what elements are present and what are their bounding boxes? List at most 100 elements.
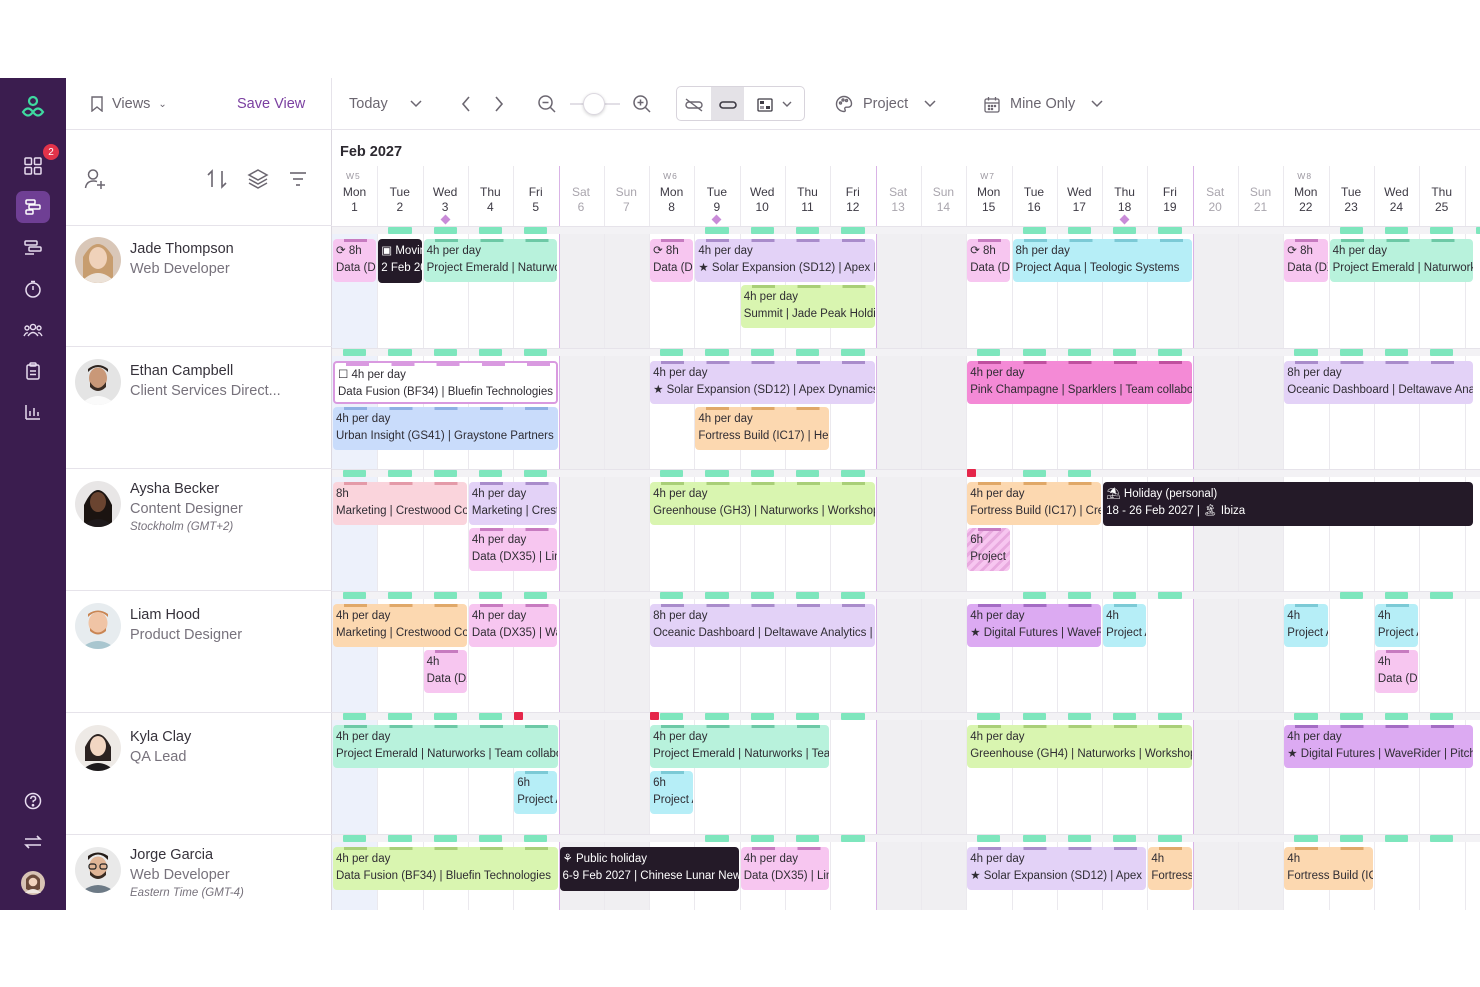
assignment-card[interactable]: ⟳ 8h Data (DX35) (1284, 239, 1328, 282)
assignment-card[interactable]: 4h per day Data (DX35) | Lime (740, 846, 830, 890)
previous-button[interactable] (461, 78, 471, 130)
reports-clipboard-icon[interactable] (16, 355, 50, 387)
assignment-card[interactable]: 4h Project Aqua (1103, 603, 1147, 647)
assignment-card[interactable]: 4h Project Aqua (1374, 603, 1419, 647)
zoom-slider[interactable] (570, 78, 620, 130)
assignment-card[interactable]: 6h Project Emerald (967, 528, 1011, 571)
assignment-card[interactable]: 4h per day Urban Insight (GS41) | Graysto… (333, 406, 558, 450)
person-row[interactable]: Jade Thompson Web Developer (66, 226, 332, 347)
views-dropdown[interactable]: Views ⌄ (90, 78, 167, 130)
day-header[interactable]: Wed 17 (1057, 166, 1102, 226)
people-icon[interactable] (16, 314, 50, 346)
assignment-card[interactable]: 8h per day Oceanic Dashboard | Deltawave … (1284, 360, 1473, 404)
day-header[interactable]: Wed 24 (1374, 166, 1419, 226)
help-icon[interactable] (16, 785, 50, 817)
assignment-card[interactable]: ⟳ 8h Data (DX35) (650, 239, 694, 282)
heatmap-mode-dropdown[interactable] (744, 87, 804, 120)
assignment-card[interactable]: 8h per day Project Aqua | Teologic System… (1012, 239, 1192, 282)
day-header[interactable]: Sat 20 (1193, 166, 1238, 226)
day-header[interactable]: Fri 12 (830, 166, 875, 226)
assignment-card[interactable]: 4h per day Data Fusion (BF34) | Bluefin T… (333, 846, 558, 890)
save-view-button[interactable]: Save View (237, 78, 305, 130)
assignment-card[interactable]: 4h per day Marketing | Crestwood Co (468, 482, 558, 525)
day-header[interactable]: Sun 14 (921, 166, 966, 226)
user-avatar[interactable] (16, 867, 50, 899)
day-header[interactable]: Tue 16 (1012, 166, 1057, 226)
projects-icon[interactable] (16, 232, 50, 264)
person-row[interactable]: Kyla Clay QA Lead (66, 714, 332, 835)
assignment-card[interactable]: 4h per day Greenhouse (GH4) | Naturworks … (967, 725, 1192, 768)
add-person-icon[interactable] (84, 168, 108, 195)
zoom-slider-handle[interactable] (583, 93, 605, 115)
day-header[interactable]: Sun 7 (604, 166, 649, 226)
assignment-card[interactable]: 4h per day Project Emerald | Naturworks |… (650, 725, 830, 768)
date-range-dropdown[interactable] (410, 78, 422, 130)
assignment-card[interactable]: ⟳ 8h Data (DX35) (333, 239, 377, 282)
assignment-card[interactable]: 4h per day Data (DX35) | Lime (468, 528, 558, 571)
group-by-project-dropdown[interactable]: Project (835, 78, 936, 130)
mine-only-dropdown[interactable]: Mine Only (984, 78, 1103, 130)
next-button[interactable] (494, 78, 504, 130)
day-header[interactable]: Sat 13 (876, 166, 921, 226)
time-off-card[interactable]: ▣ Moving day 2 Feb 2027 (378, 239, 422, 283)
day-header[interactable]: Thu 11 (785, 166, 830, 226)
app-logo-icon[interactable] (19, 94, 47, 127)
assignment-card[interactable]: 4h per day Pink Champagne | Sparklers | T… (967, 360, 1192, 404)
day-header[interactable]: Tue 23 (1329, 166, 1374, 226)
assignment-card[interactable]: 4h per day Summit | Jade Peak Holdings (740, 285, 875, 328)
assignment-card[interactable]: 4h Project Aqua (1284, 603, 1328, 647)
filter-icon[interactable] (288, 170, 308, 193)
zoom-in-button[interactable] (632, 78, 652, 130)
schedule-icon[interactable] (16, 191, 50, 223)
person-row[interactable]: Ethan Campbell Client Services Direct... (66, 348, 332, 469)
assignment-card[interactable]: 6h Project Aqua (514, 771, 558, 814)
day-header[interactable]: Tue 2 (377, 166, 422, 226)
person-row[interactable]: Jorge Garcia Web Developer Eastern Time … (66, 836, 332, 910)
assignment-card[interactable]: 4h per day Project Emerald | Naturworks (1329, 239, 1473, 282)
layers-icon[interactable] (247, 168, 269, 195)
assignment-card[interactable]: 4h per day ★ Digital Futures | WaveRider (967, 603, 1102, 647)
assignment-card[interactable]: 4h per day ★ Solar Expansion (SD12) | Ape… (650, 360, 875, 404)
assignment-card[interactable]: 4h Data (DX35) (1374, 649, 1419, 693)
day-header[interactable]: Thu 25 (1419, 166, 1464, 226)
assignment-card[interactable]: 4h Fortress Build (IC17) (1284, 846, 1373, 890)
assignment-card[interactable]: 4h per day ★ Solar Expansion (SD12) | Ape… (967, 846, 1147, 890)
sort-icon[interactable] (206, 168, 228, 195)
assignment-card[interactable]: 8h per day Oceanic Dashboard | Deltawave … (650, 603, 875, 647)
assignment-card[interactable]: 4h per day Fortress Build (IC17) | Crestw… (967, 482, 1102, 525)
assignment-card[interactable]: 6h Project Aqua (650, 771, 694, 814)
day-header[interactable]: Sat 6 (559, 166, 604, 226)
assignment-card[interactable]: ☐ 4h per day Data Fusion (BF34) | Bluefin… (333, 360, 558, 404)
day-header[interactable]: Wed 10 (740, 166, 785, 226)
assignment-card[interactable]: 4h Data (DX35) (423, 649, 467, 693)
today-button[interactable]: Today (349, 78, 388, 130)
time-tracking-icon[interactable] (16, 273, 50, 305)
hide-bars-button[interactable] (677, 87, 711, 120)
day-header[interactable]: Fri 19 (1147, 166, 1192, 226)
time-off-card[interactable]: ⚘ Public holiday 6-9 Feb 2027 | Chinese L… (559, 846, 739, 891)
assignment-card[interactable]: 4h per day Marketing | Crestwood Co (333, 603, 467, 647)
day-header[interactable]: W7 Mon 15 (966, 166, 1011, 226)
assignment-card[interactable]: ⟳ 8h Data (DX35) (967, 239, 1011, 282)
analytics-chart-icon[interactable] (16, 396, 50, 428)
assignment-card[interactable]: 4h per day Greenhouse (GH3) | Naturworks … (650, 482, 875, 525)
day-header[interactable]: Thu 4 (468, 166, 513, 226)
time-off-card[interactable]: ⛱ Holiday (personal) 18 - 26 Feb 2027 | 🏝… (1103, 482, 1473, 526)
compact-bars-button[interactable] (710, 87, 745, 120)
assignment-card[interactable]: 4h per day Data (DX35) | Wave (468, 603, 558, 647)
day-header[interactable]: W8 Mon 22 (1283, 166, 1328, 226)
assignment-card[interactable]: 4h per day ★ Solar Expansion (SD12) | Ape… (695, 239, 875, 282)
assignment-card[interactable]: 4h per day Project Emerald | Naturworks |… (333, 725, 558, 768)
assignment-card[interactable]: 4h Fortress Build (1148, 846, 1192, 890)
zoom-slider-track[interactable] (570, 93, 620, 115)
assignment-card[interactable]: 4h per day ★ Digital Futures | WaveRider … (1284, 725, 1473, 768)
day-header[interactable]: Fri 5 (513, 166, 558, 226)
day-header[interactable]: Sun 21 (1238, 166, 1283, 226)
person-row[interactable]: Liam Hood Product Designer (66, 592, 332, 713)
assignment-card[interactable]: 4h per day Fortress Build (IC17) | Helix (695, 406, 830, 450)
switch-icon[interactable] (16, 826, 50, 858)
assignment-card[interactable]: 4h per day Project Emerald | Naturworks (423, 239, 558, 282)
assignment-card[interactable]: 8h Marketing | Crestwood Co (333, 482, 467, 525)
day-header[interactable]: W6 Mon 8 (649, 166, 694, 226)
zoom-out-button[interactable] (537, 78, 557, 130)
